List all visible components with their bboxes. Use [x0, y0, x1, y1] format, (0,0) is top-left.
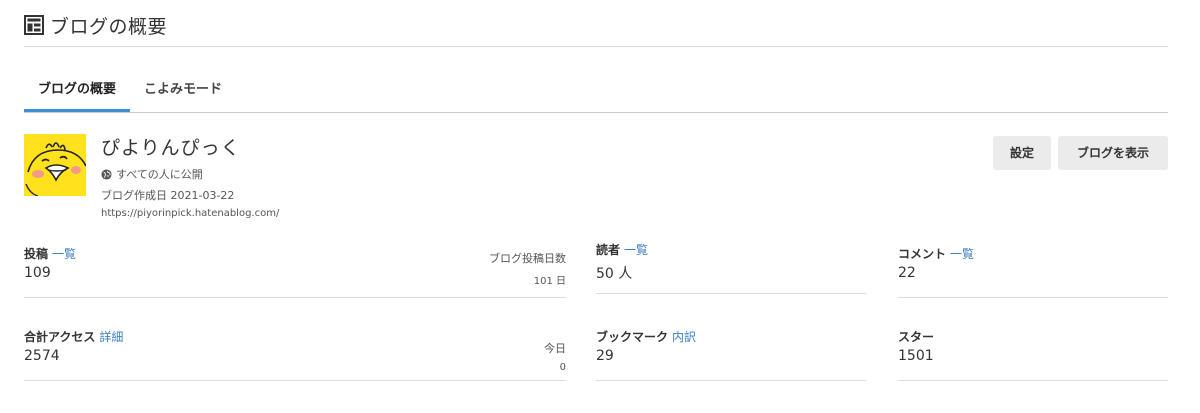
posts-list-link[interactable]: 一覧 [52, 247, 76, 261]
stat-access-label: 合計アクセス [24, 330, 96, 344]
created-date: ブログ作成日 2021-03-22 [101, 189, 235, 202]
access-today: 今日 0 [544, 340, 566, 373]
stat-comments: コメント 一覧 22 [898, 245, 1168, 298]
visibility-label: すべての人に公開 [116, 168, 203, 181]
stat-bookmarks-label: ブックマーク [596, 330, 669, 344]
stat-comments-value: 22 [898, 265, 916, 281]
view-blog-button[interactable]: ブログを表示 [1058, 136, 1168, 170]
dashboard-icon [24, 15, 44, 35]
stat-comments-heading: コメント 一覧 [898, 245, 974, 262]
stat-comments-label: コメント [898, 247, 947, 261]
stat-readers-heading: 読者 一覧 [596, 241, 648, 258]
post-days-label: ブログ投稿日数 [489, 252, 566, 265]
blog-url: https://piyorinpick.hatenablog.com/ [101, 208, 280, 219]
stat-posts: 投稿 一覧 109 ブログ投稿日数 101 日 [24, 245, 566, 298]
access-today-value: 0 [559, 362, 566, 373]
stat-stars-label: スター [898, 330, 935, 344]
stat-posts-value: 109 [24, 265, 51, 281]
tab-calendar-mode[interactable]: こよみモード [130, 70, 236, 110]
access-detail-link[interactable]: 詳細 [99, 330, 123, 344]
visibility-status: すべての人に公開 [101, 166, 279, 182]
stat-stars: スター 1501 [898, 328, 1168, 381]
post-days: ブログ投稿日数 101 日 [489, 250, 566, 287]
tab-blog-overview[interactable]: ブログの概要 [24, 70, 131, 112]
stat-posts-label: 投稿 [24, 247, 49, 261]
blog-name: ぴよりんぴっく [101, 137, 241, 159]
settings-button[interactable]: 設定 [993, 136, 1051, 170]
stat-bookmarks: ブックマーク 内訳 29 [596, 328, 866, 381]
page-title: ブログの概要 [50, 15, 168, 38]
globe-icon [101, 168, 112, 180]
stat-readers-value: 50 人 [596, 266, 633, 282]
avatar[interactable] [24, 134, 86, 196]
stat-access-value: 2574 [24, 348, 60, 364]
blog-meta: ぴよりんぴっく すべての人に公開 ブログ作成日 2021-03-22 https… [101, 133, 279, 219]
stat-access-heading: 合計アクセス 詳細 [24, 328, 123, 345]
blog-info: ぴよりんぴっく すべての人に公開 ブログ作成日 2021-03-22 https… [24, 134, 1168, 224]
stat-bookmarks-heading: ブックマーク 内訳 [596, 328, 696, 345]
tab-bar: ブログの概要 こよみモード [24, 70, 1168, 113]
stat-stars-heading: スター [898, 328, 934, 345]
stat-bookmarks-value: 29 [596, 348, 614, 364]
chick-avatar-icon [24, 134, 86, 196]
bookmarks-breakdown-link[interactable]: 内訳 [672, 330, 696, 344]
stat-posts-heading: 投稿 一覧 [24, 245, 76, 262]
access-today-label: 今日 [544, 342, 566, 355]
post-days-value: 101 日 [533, 276, 566, 287]
page-header: ブログの概要 [24, 10, 1168, 47]
readers-list-link[interactable]: 一覧 [624, 243, 648, 257]
stat-readers-label: 読者 [596, 243, 621, 257]
blog-dashboard: ブログの概要 ブログの概要 こよみモード ぴよりんぴっく すべての人に公開 ブロ… [24, 0, 1168, 413]
stat-readers: 読者 一覧 50 人 [596, 241, 866, 294]
comments-list-link[interactable]: 一覧 [950, 247, 974, 261]
stat-access: 合計アクセス 詳細 2574 今日 0 [24, 328, 566, 381]
stat-stars-value: 1501 [898, 348, 934, 364]
